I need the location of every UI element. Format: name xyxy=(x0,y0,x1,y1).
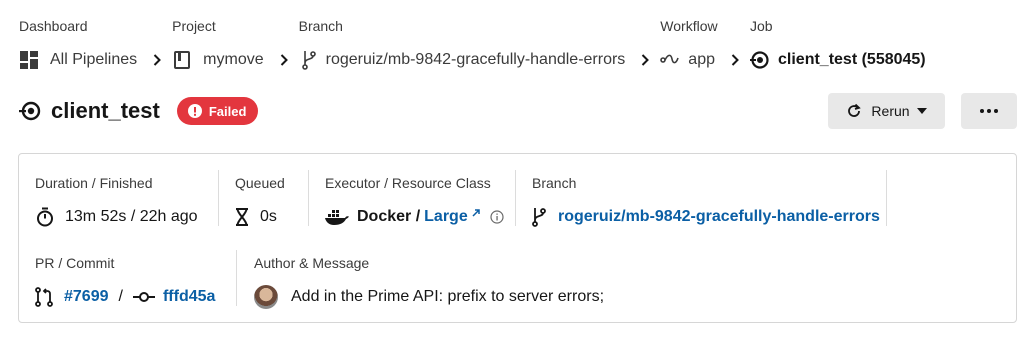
duration-cell: Duration / Finished 13m 52s / 22h ago xyxy=(35,175,198,228)
pr-link[interactable]: #7699 xyxy=(64,288,109,306)
breadcrumb-caption: Project xyxy=(172,18,216,34)
breadcrumb-label[interactable]: app xyxy=(688,51,715,69)
branch-caption: Branch xyxy=(532,175,577,191)
job-details-card: Duration / Finished 13m 52s / 22h ago Qu… xyxy=(18,153,1017,323)
breadcrumb-workflow[interactable]: Workflow app xyxy=(660,18,750,71)
alert-icon xyxy=(187,104,202,118)
queued-cell: Queued 0s xyxy=(235,175,285,228)
workflow-icon xyxy=(660,50,680,70)
commit-message: Add in the Prime API: prefix to server e… xyxy=(291,288,605,305)
page-title: client_test xyxy=(51,98,160,123)
hourglass-icon xyxy=(235,208,249,226)
queued-caption: Queued xyxy=(235,175,285,191)
breadcrumb-caption: Dashboard xyxy=(19,18,88,34)
status-label: Failed xyxy=(208,103,247,119)
breadcrumb-caption: Workflow xyxy=(660,18,718,34)
external-link-icon xyxy=(472,209,480,217)
divider xyxy=(218,170,219,226)
pull-request-icon xyxy=(35,287,53,307)
caret-down-icon xyxy=(916,108,927,114)
duration-value: 13m 52s / 22h ago xyxy=(65,208,198,225)
rerun-button[interactable]: Rerun xyxy=(828,93,945,129)
info-icon[interactable] xyxy=(490,210,504,224)
duration-caption: Duration / Finished xyxy=(35,175,153,191)
pr-commit-caption: PR / Commit xyxy=(35,255,115,271)
breadcrumb-label[interactable]: mymove xyxy=(203,51,263,69)
breadcrumb-label[interactable]: All Pipelines xyxy=(50,51,137,69)
executor-caption: Executor / Resource Class xyxy=(325,175,491,191)
divider xyxy=(236,250,237,306)
author-caption: Author & Message xyxy=(254,255,370,271)
breadcrumb-caption: Branch xyxy=(298,18,343,34)
rerun-label: Rerun xyxy=(871,103,910,119)
chevron-right-icon xyxy=(274,49,294,71)
job-header: client_test Failed xyxy=(19,97,259,125)
job-icon xyxy=(750,50,770,70)
breadcrumb-job: Job client_test (558045) xyxy=(750,18,926,71)
branch-link[interactable]: rogeruiz/mb-9842-gracefully-handle-error… xyxy=(558,208,880,226)
status-badge: Failed xyxy=(176,97,259,125)
pr-commit-cell: PR / Commit #7699 / fffd45a xyxy=(35,255,215,308)
resource-class-link[interactable]: Large xyxy=(424,208,468,226)
commit-link[interactable]: fffd45a xyxy=(163,288,215,306)
commit-icon xyxy=(132,291,155,303)
divider xyxy=(886,170,887,226)
dashboard-icon xyxy=(19,50,39,70)
chevron-right-icon xyxy=(725,49,745,71)
chevron-right-icon xyxy=(147,49,167,71)
author-cell: Author & Message Add in the Prime API: p… xyxy=(254,255,605,309)
more-options-button[interactable] xyxy=(961,93,1017,129)
divider xyxy=(308,170,309,226)
job-icon xyxy=(19,100,41,122)
divider xyxy=(515,170,516,226)
breadcrumb: Dashboard All Pipelines Project mymove B… xyxy=(19,18,926,71)
avatar[interactable] xyxy=(254,285,278,309)
branch-icon xyxy=(532,207,546,227)
chevron-right-icon xyxy=(635,49,655,71)
docker-icon xyxy=(325,209,349,225)
pr-commit-separator: / xyxy=(118,288,123,305)
branch-icon xyxy=(299,50,319,70)
breadcrumb-dashboard[interactable]: Dashboard All Pipelines xyxy=(19,18,172,71)
stopwatch-icon xyxy=(35,207,55,227)
executor-value: Docker / xyxy=(357,208,421,225)
executor-cell: Executor / Resource Class Docker / Large xyxy=(325,175,504,228)
breadcrumb-branch[interactable]: Branch rogeruiz/mb-9842-gracefully-handl… xyxy=(299,18,661,71)
breadcrumb-label: client_test (558045) xyxy=(778,51,926,68)
branch-cell: Branch rogeruiz/mb-9842-gracefully-handl… xyxy=(532,175,880,228)
project-icon xyxy=(172,50,192,70)
refresh-icon xyxy=(846,103,862,119)
breadcrumb-caption: Job xyxy=(750,18,773,34)
more-horizontal-icon xyxy=(980,109,998,113)
breadcrumb-project[interactable]: Project mymove xyxy=(172,18,298,71)
queued-value: 0s xyxy=(260,208,277,225)
breadcrumb-label[interactable]: rogeruiz/mb-9842-gracefully-handle-error… xyxy=(326,51,626,69)
